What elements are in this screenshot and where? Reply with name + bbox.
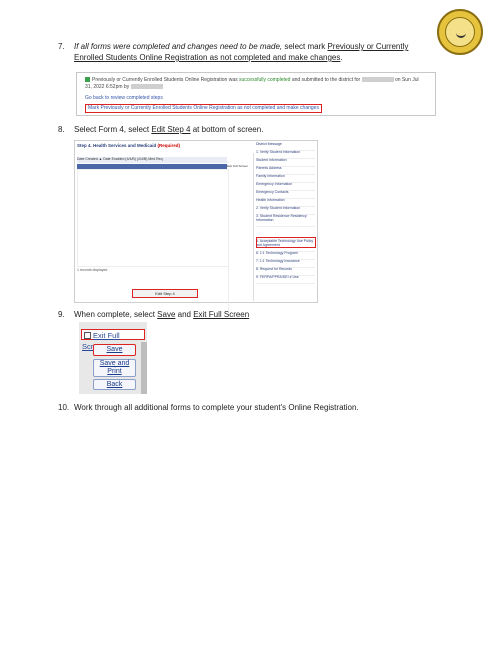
redacted-district [361,77,394,83]
msg-part: Previously or Currently Enrolled Student… [92,77,240,83]
required-label: (Required) [157,143,181,148]
seal-emblem [456,30,466,38]
exit-full-screen-button[interactable]: Exit Full Screen [81,329,145,351]
panel-title-text: Step 4. Health Services and Medicaid [77,143,157,148]
exit-full-screen-link[interactable]: Exit Full Screen [193,310,249,319]
health-services-panel: Step 4. Health Services and Medicaid (Re… [74,140,318,311]
nav-item[interactable]: 9. FERPA/PPRA/DEI # Use [256,275,315,284]
selected-step-highlight [256,237,316,248]
panel-main: Date Created ▲ Date Enabled (4/4/B) (4/4… [75,153,254,311]
scrollbar[interactable] [141,342,147,394]
save-button[interactable]: Save [93,344,136,356]
step-number: 7. [58,42,65,51]
action-column [228,171,251,311]
step-number: 10. [58,403,70,412]
table-body [77,169,229,267]
save-buttons-panel: Exit Full Screen Save Save and Print Bac… [79,322,147,394]
save-label: Save [106,346,123,353]
mark-not-completed-button[interactable]: Mark Previously or Currently Enrolled St… [85,104,322,113]
msg-part: and submitted to the district for [290,77,362,83]
edit-step-4-link[interactable]: Edit Step 4 [151,125,190,134]
completion-message: Previously or Currently Enrolled Student… [85,77,425,91]
save-and-print-button[interactable]: Save and Print [93,359,136,377]
step-text: Select Form 4, select Edit Step 4 at bot… [74,124,434,135]
step-end: . [340,53,343,62]
step-pre: Select Form 4, select [74,125,152,134]
step-number: 9. [58,310,65,319]
review-steps-link[interactable]: Go back to review completed steps [85,95,163,102]
step-text: If all forms were completed and changes … [74,41,434,63]
check-icon [85,77,90,83]
step-mid: and [175,310,194,319]
panel-title: Step 4. Health Services and Medicaid (Re… [77,143,180,148]
success-text: successfully completed [239,77,291,83]
seal-center [445,17,475,47]
completion-panel: Previously or Currently Enrolled Student… [76,72,436,116]
fullscreen-icon [84,332,91,339]
step-pre: When complete, select [74,310,158,319]
step-mid: select mark [282,42,328,51]
step-number: 8. [58,125,65,134]
edit-step-4-button[interactable]: Edit Step 4 [132,289,198,298]
step-text: Work through all additional forms to com… [74,403,359,412]
full-screen-toggle[interactable]: Exit Full Screen [227,164,251,168]
back-button[interactable]: Back [93,379,136,390]
table-header: Date Created ▲ Date Enabled (4/4/B) (4/4… [77,157,227,163]
step-intro: If all forms were completed and changes … [74,42,283,51]
redacted-user [130,84,163,90]
save-link[interactable]: Save [157,310,175,319]
step-text: When complete, select Save and Exit Full… [74,309,434,320]
school-board-seal [437,9,483,55]
save-print-label: Save and Print [99,360,130,375]
step-navigation: District Message 1. Verify Student Infor… [256,142,315,300]
step-post: at bottom of screen. [190,125,264,134]
back-label: Back [106,381,123,388]
records-count: 1 records displayed [77,268,108,272]
